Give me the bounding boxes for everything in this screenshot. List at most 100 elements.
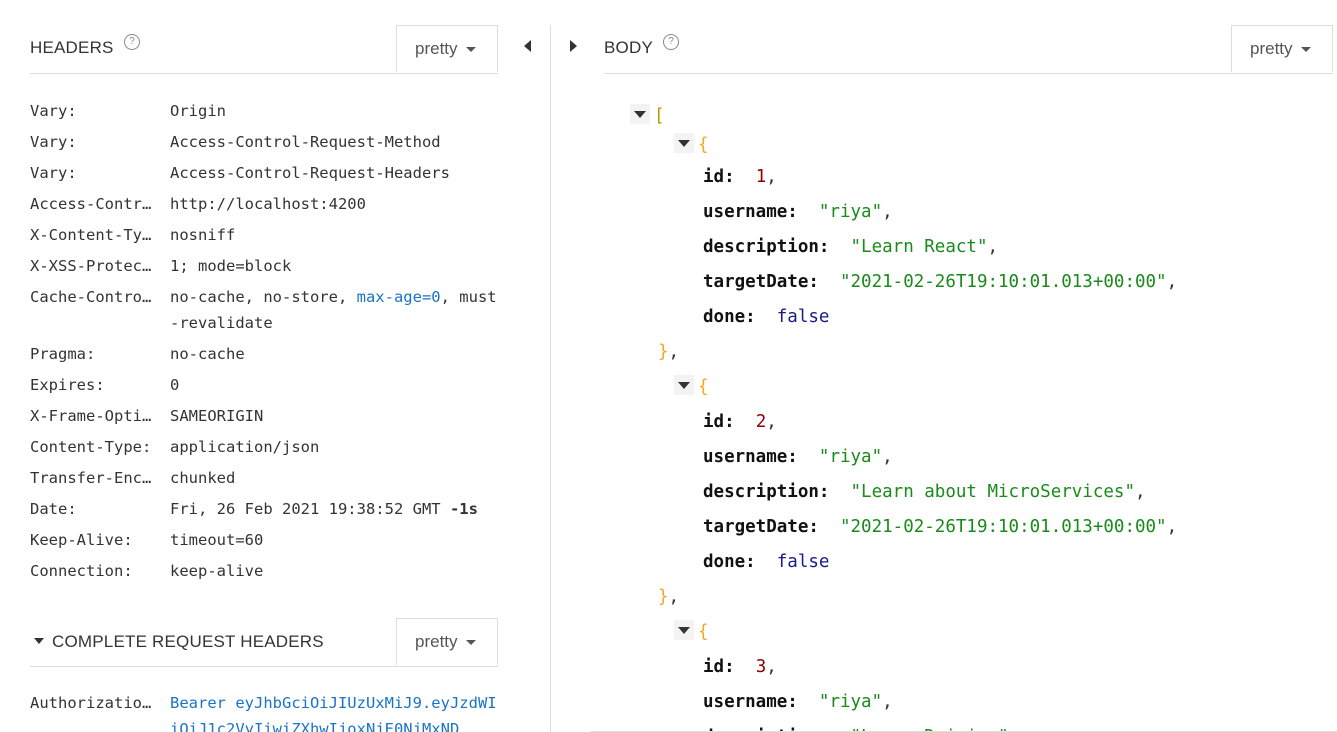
json-key: id:	[703, 412, 735, 432]
json-key: done:	[703, 552, 756, 572]
header-row: X-Frame-Opti… SAMEORIGIN	[30, 401, 500, 432]
caret-down-icon	[465, 640, 476, 646]
header-row: Cache-Contro… no-cache, no-store, max-age…	[30, 282, 500, 339]
caret-down-icon	[34, 637, 44, 644]
header-value-link[interactable]: max-age=0	[357, 288, 441, 306]
header-value-text: Access-Control-Request-Method	[170, 133, 441, 151]
json-key: description:	[703, 237, 830, 257]
json-key: username:	[703, 202, 798, 222]
json-value: "Learn React"	[850, 237, 988, 257]
json-object-open: {	[630, 131, 1177, 160]
help-icon[interactable]: ?	[124, 34, 140, 50]
header-name: Content-Type:	[30, 438, 152, 456]
request-format-label: pretty	[415, 632, 458, 651]
body-title: BODY	[604, 38, 653, 57]
collapse-toggle-icon[interactable]	[674, 620, 694, 640]
comma: ,	[987, 237, 999, 257]
json-value: 3	[755, 657, 767, 677]
comma: ,	[1135, 482, 1146, 502]
json-property: id: 1,	[630, 160, 1177, 195]
header-value-text: no-cache	[170, 345, 245, 363]
header-value: 0	[170, 370, 500, 401]
collapse-left-icon[interactable]	[524, 40, 531, 52]
request-headers-format-dropdown[interactable]: pretty	[396, 618, 498, 665]
object-open-brace: {	[698, 135, 709, 155]
request-header-value[interactable]: Bearer eyJhbGciOiJIUzUxMiJ9.eyJzdWIiOiJ1…	[170, 688, 500, 732]
header-row: Pragma: no-cache	[30, 339, 500, 370]
comma: ,	[1166, 517, 1178, 537]
header-name: X-Content-Ty…	[30, 226, 152, 244]
panel-divider[interactable]	[550, 25, 551, 732]
header-row: X-Content-Ty… nosniff	[30, 220, 500, 251]
json-key: username:	[703, 692, 798, 712]
headers-title: HEADERS	[30, 38, 114, 57]
header-row: Date: Fri, 26 Feb 2021 19:38:52 GMT -1s	[30, 494, 500, 525]
comma: ,	[668, 342, 680, 362]
json-key: done:	[703, 307, 756, 327]
collapse-toggle-icon[interactable]	[674, 375, 694, 395]
json-property: done: false	[630, 300, 1177, 335]
comma: ,	[668, 587, 680, 607]
header-row: Connection: keep-alive	[30, 556, 500, 587]
header-row: Vary: Access-Control-Request-Headers	[30, 158, 500, 189]
json-array-open: [	[630, 102, 1177, 131]
header-name: Connection:	[30, 562, 133, 580]
json-property: description: "Learn about MicroServices"…	[630, 475, 1177, 510]
comma: ,	[766, 167, 777, 187]
header-value-text: 0	[170, 376, 180, 394]
header-name: X-Frame-Opti…	[30, 407, 152, 425]
collapse-toggle-icon[interactable]	[630, 104, 650, 124]
json-object-open: {	[630, 370, 1177, 405]
header-value: no-cache, no-store, max-age=0, must-reva…	[170, 282, 500, 339]
header-row: X-XSS-Protec… 1; mode=block	[30, 251, 500, 282]
headers-list: Vary: Origin Vary: Access-Control-Request-M…	[30, 96, 500, 587]
expand-right-icon[interactable]	[570, 40, 577, 52]
header-value: Access-Control-Request-Method	[170, 127, 500, 158]
json-value: false	[776, 307, 830, 327]
comma: ,	[766, 657, 777, 677]
comma: ,	[882, 692, 893, 712]
json-key: targetDate:	[703, 517, 819, 537]
json-key: username:	[703, 447, 798, 467]
header-value: Origin	[170, 96, 500, 127]
header-value-text: SAMEORIGIN	[170, 407, 264, 425]
json-value: 1	[755, 167, 767, 187]
header-name: Cache-Contro…	[30, 288, 152, 306]
header-value: 1; mode=block	[170, 251, 500, 282]
headers-format-dropdown[interactable]: pretty	[396, 25, 498, 72]
request-headers-section-header: COMPLETE REQUEST HEADERS pretty	[30, 618, 498, 667]
array-open-bracket: [	[654, 106, 665, 126]
json-value: "riya"	[818, 202, 883, 222]
response-body-panel: BODY ? pretty [{id: 1, username: "riya", d…	[590, 0, 1337, 732]
json-key: id:	[703, 167, 735, 187]
json-property: username: "riya",	[630, 195, 1177, 230]
body-format-dropdown[interactable]: pretty	[1231, 25, 1333, 72]
body-section-header: BODY ? pretty	[604, 25, 1333, 74]
json-property: targetDate: "2021-02-26T19:10:01.013+00:…	[630, 265, 1177, 300]
headers-section-header: HEADERS ? pretty	[30, 25, 498, 74]
json-object-close: },	[630, 335, 1177, 370]
json-value: "riya"	[818, 447, 883, 467]
caret-down-icon	[1300, 47, 1311, 53]
json-value: false	[776, 552, 830, 572]
request-headers-toggle[interactable]: COMPLETE REQUEST HEADERS	[34, 632, 324, 652]
json-property: id: 2,	[630, 405, 1177, 440]
body-format-label: pretty	[1250, 39, 1293, 58]
json-property: id: 3,	[630, 650, 1177, 685]
header-value-text: nosniff	[170, 226, 236, 244]
header-row: Transfer-Enc… chunked	[30, 463, 500, 494]
json-object-close: },	[630, 580, 1177, 615]
header-value-text: Fri, 26 Feb 2021 19:38:52 GMT	[170, 500, 450, 518]
header-name: Pragma:	[30, 345, 96, 363]
comma: ,	[882, 202, 893, 222]
help-icon[interactable]: ?	[663, 34, 679, 50]
header-row: Content-Type: application/json	[30, 432, 500, 463]
header-value: timeout=60	[170, 525, 500, 556]
json-value: 2	[755, 412, 767, 432]
header-name: Vary:	[30, 164, 77, 182]
header-value-text: 1; mode=block	[170, 257, 292, 275]
header-value: SAMEORIGIN	[170, 401, 500, 432]
collapse-toggle-icon[interactable]	[674, 133, 694, 153]
json-body-viewer: [{id: 1, username: "riya", description: "L…	[630, 102, 1177, 732]
json-property: targetDate: "2021-02-26T19:10:01.013+00:…	[630, 510, 1177, 545]
